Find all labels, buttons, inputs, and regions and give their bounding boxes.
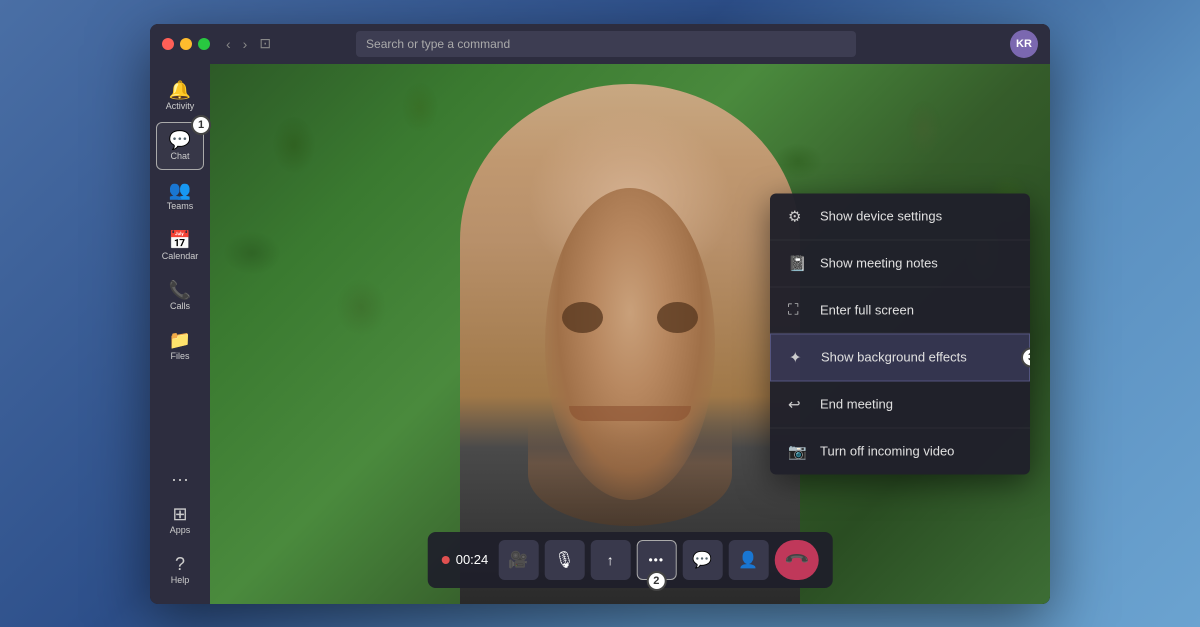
mic-icon: 🎙 (554, 550, 574, 570)
sidebar-item-calendar[interactable]: 📅 Calendar (156, 222, 204, 270)
meeting-notes-label: Show meeting notes (820, 256, 938, 271)
calendar-label: Calendar (162, 251, 199, 261)
help-label: Help (171, 575, 190, 585)
back-arrow[interactable]: ‹ (222, 34, 235, 54)
context-menu: ⚙ Show device settings 📓 Show meeting no… (770, 193, 1030, 474)
files-label: Files (170, 351, 189, 361)
step-badge-3: 3 (1021, 347, 1030, 367)
files-icon: 📁 (169, 331, 191, 349)
gear-icon: ⚙ (788, 207, 810, 225)
end-call-icon: 📞 (782, 545, 810, 573)
menu-item-turn-off-video[interactable]: 📷 Turn off incoming video (770, 428, 1030, 474)
timer-text: 00:24 (456, 552, 489, 567)
end-meeting-icon: ↩ (788, 395, 810, 413)
record-indicator (442, 556, 450, 564)
sidebar-item-teams[interactable]: 👥 Teams (156, 172, 204, 220)
participants-icon: 👤 (738, 550, 758, 570)
full-screen-label: Enter full screen (820, 302, 914, 317)
sidebar: 🔔 Activity 💬 Chat 1 👥 Teams 📅 Calendar (150, 64, 210, 604)
sidebar-item-activity[interactable]: 🔔 Activity (156, 72, 204, 120)
video-button[interactable]: 🎥 (498, 540, 538, 580)
teams-icon: 👥 (169, 181, 191, 199)
menu-item-background-effects[interactable]: ✦ Show background effects 3 (770, 333, 1030, 381)
apps-icon: ⊞ (172, 505, 187, 523)
calls-icon: 📞 (169, 281, 191, 299)
mic-button[interactable]: 🎙 (544, 540, 584, 580)
background-icon: ✦ (789, 348, 811, 366)
minimize-button[interactable] (180, 38, 192, 50)
menu-item-end-meeting[interactable]: ↩ End meeting (770, 381, 1030, 428)
person-shape (460, 84, 800, 604)
maximize-button[interactable] (198, 38, 210, 50)
end-meeting-label: End meeting (820, 397, 893, 412)
chat-label: Chat (170, 151, 189, 161)
step-badge-2: 2 (646, 571, 666, 591)
sidebar-item-files[interactable]: 📁 Files (156, 322, 204, 370)
step-badge-1: 1 (191, 115, 211, 135)
fullscreen-icon: ⛶ (788, 301, 810, 318)
close-button[interactable] (162, 38, 174, 50)
forward-arrow[interactable]: › (239, 34, 252, 54)
app-window: ‹ › ⊡ Search or type a command KR 🔔 Acti… (150, 24, 1050, 604)
menu-item-full-screen[interactable]: ⛶ Enter full screen (770, 287, 1030, 333)
calls-label: Calls (170, 301, 190, 311)
more-options-sidebar[interactable]: ··· (171, 469, 189, 490)
sidebar-item-chat[interactable]: 💬 Chat 1 (156, 122, 204, 170)
chat-ctrl-icon: 💬 (692, 550, 712, 570)
sidebar-item-calls[interactable]: 📞 Calls (156, 272, 204, 320)
avatar[interactable]: KR (1010, 30, 1038, 58)
end-call-button[interactable]: 📞 (774, 540, 818, 580)
sidebar-item-help[interactable]: ? Help (156, 546, 204, 594)
device-settings-label: Show device settings (820, 209, 942, 224)
apps-label: Apps (170, 525, 191, 535)
search-placeholder: Search or type a command (366, 37, 510, 51)
traffic-lights (162, 38, 210, 50)
teams-label: Teams (167, 201, 194, 211)
help-icon: ? (175, 555, 185, 573)
more-icon: ••• (648, 553, 664, 567)
calendar-icon: 📅 (169, 231, 191, 249)
more-button[interactable]: ••• 2 (636, 540, 676, 580)
timer-display: 00:24 (442, 552, 489, 567)
share-icon: ↑ (607, 552, 614, 568)
activity-icon: 🔔 (169, 81, 191, 99)
notes-icon: 📓 (788, 254, 810, 272)
menu-item-meeting-notes[interactable]: 📓 Show meeting notes (770, 240, 1030, 287)
sidebar-item-apps[interactable]: ⊞ Apps (156, 496, 204, 544)
video-area: ⚙ Show device settings 📓 Show meeting no… (210, 64, 1050, 604)
search-bar[interactable]: Search or type a command (356, 31, 856, 57)
main-content: 🔔 Activity 💬 Chat 1 👥 Teams 📅 Calendar (150, 64, 1050, 604)
controls-bar: 00:24 🎥 🎙 ↑ ••• 2 (428, 532, 833, 588)
title-bar: ‹ › ⊡ Search or type a command KR (150, 24, 1050, 64)
nav-arrows: ‹ › (222, 34, 251, 54)
turn-off-video-icon: 📷 (788, 442, 810, 460)
chat-button[interactable]: 💬 (682, 540, 722, 580)
video-icon: 🎥 (508, 550, 528, 570)
menu-item-device-settings[interactable]: ⚙ Show device settings (770, 193, 1030, 240)
participants-button[interactable]: 👤 (728, 540, 768, 580)
chat-icon: 💬 (169, 131, 191, 149)
activity-label: Activity (166, 101, 195, 111)
person-area (440, 64, 820, 604)
background-effects-label: Show background effects (821, 350, 967, 365)
turn-off-video-label: Turn off incoming video (820, 444, 954, 459)
refresh-icon: ⊡ (259, 35, 271, 52)
share-button[interactable]: ↑ (590, 540, 630, 580)
